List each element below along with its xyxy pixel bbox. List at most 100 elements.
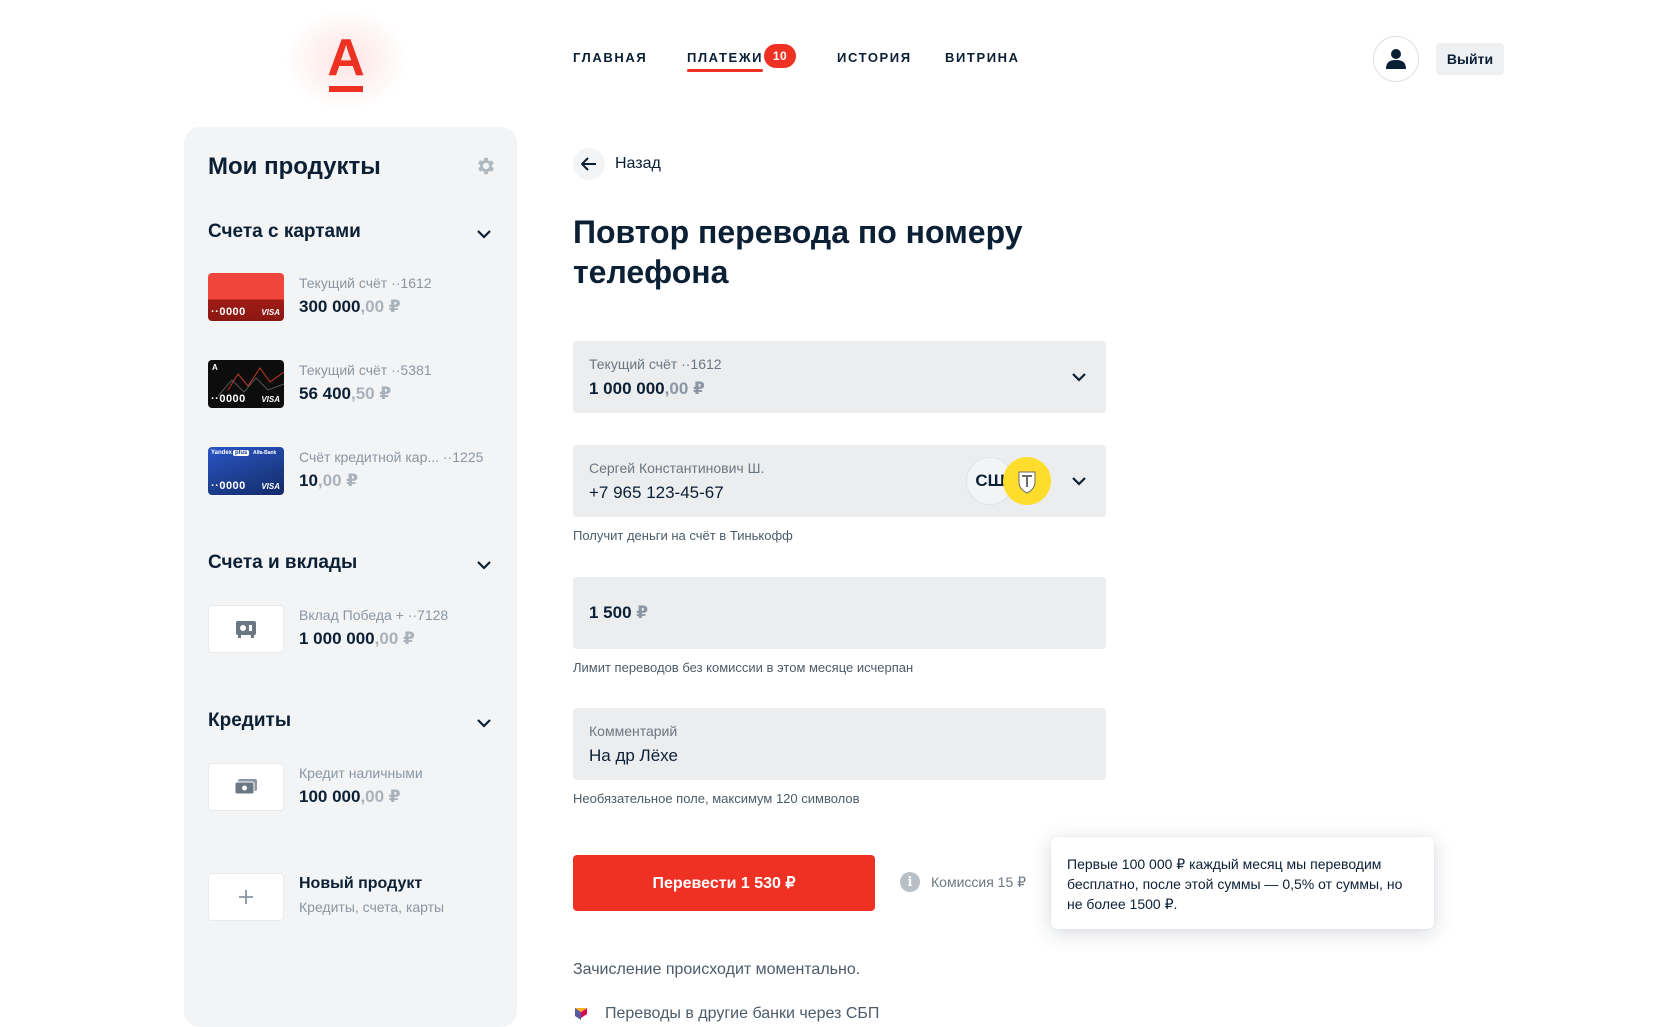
card-tag-alfa: Alfa-Bank — [253, 450, 277, 456]
section-deposits-title[interactable]: Счета и вклады — [208, 552, 357, 574]
commission-tooltip: Первые 100 000 ₽ каждый месяц мы перевод… — [1051, 837, 1434, 929]
plus-icon — [239, 890, 253, 904]
chevron-down-icon[interactable] — [476, 560, 492, 570]
section-credits-title[interactable]: Кредиты — [208, 710, 291, 732]
product-amount: 100 000,00 ₽ — [299, 787, 401, 807]
card-image: A ··0000 VISA — [208, 360, 284, 408]
product-name: Вклад Победа + ··7128 — [299, 607, 449, 623]
amount-int: 100 000 — [299, 787, 361, 806]
amount-frac: ,00 ₽ — [374, 629, 415, 648]
nav-item-payments[interactable]: ПЛАТЕЖИ — [687, 50, 764, 72]
account-label: Текущий счёт ··1612 — [589, 356, 722, 372]
account-select[interactable]: Текущий счёт ··1612 1 000 000,00 ₽ — [573, 341, 1106, 413]
alfa-bank-logo[interactable]: А — [316, 22, 376, 96]
product-amount: 1 000 000,00 ₽ — [299, 629, 415, 649]
product-icon-box — [208, 605, 284, 653]
page-title: Повтор перевода по номеру телефона — [573, 214, 1023, 290]
product-icon-box — [208, 873, 284, 921]
chevron-down-icon[interactable] — [476, 229, 492, 239]
back-label: Назад — [615, 155, 661, 172]
account-balance: 1 000 000,00 ₽ — [589, 379, 705, 399]
product-name: Текущий счёт ··1612 — [299, 275, 432, 291]
svg-text:A: A — [212, 363, 218, 372]
chevron-down-icon — [1072, 477, 1086, 486]
card-image: Yandex plus Alfa-Bank ··0000 VISA — [208, 447, 284, 495]
sbp-icon — [575, 1008, 587, 1020]
logout-button[interactable]: Выйти — [1436, 43, 1504, 75]
product-name: Текущий счёт ··5381 — [299, 362, 432, 378]
card-number: ··0000 — [211, 393, 246, 405]
commission-label: Комиссия 15 ₽ — [931, 873, 1027, 890]
card-image: ··0000 VISA — [208, 273, 284, 321]
product-amount: 300 000,00 ₽ — [299, 297, 401, 317]
gear-icon[interactable] — [475, 155, 497, 177]
comment-value: На др Лёхе — [589, 746, 678, 765]
visa-logo: VISA — [261, 395, 280, 404]
logo-underline — [329, 86, 363, 92]
cash-icon — [234, 779, 257, 795]
info-icon[interactable]: i — [900, 872, 920, 892]
amount-int: 10 — [299, 471, 318, 490]
active-tab-indicator — [687, 69, 764, 72]
chevron-down-icon[interactable] — [476, 718, 492, 728]
amount-int: 300 000 — [299, 297, 361, 316]
balance-int: 1 000 000 — [589, 379, 665, 398]
back-button[interactable]: Назад — [573, 148, 661, 180]
product-card-5381[interactable]: A ··0000 VISA Текущий счёт ··5381 56 400… — [208, 360, 508, 410]
amount-input[interactable]: 1 500 ₽ — [573, 577, 1106, 649]
transfer-button[interactable]: Перевести 1 530 ₽ — [573, 855, 875, 911]
nav-item-history[interactable]: ИСТОРИЯ — [837, 50, 912, 65]
new-product-button[interactable]: Новый продукт Кредиты, счета, карты — [208, 873, 508, 923]
new-product-title: Новый продукт — [299, 875, 423, 892]
product-card-1612[interactable]: ··0000 VISA Текущий счёт ··1612 300 000,… — [208, 273, 508, 323]
recipient-select[interactable]: Сергей Константинович Ш. +7 965 123-45-6… — [573, 445, 1106, 517]
amount-int: 1 000 000 — [299, 629, 375, 648]
amount-number: 1 500 — [589, 603, 632, 622]
recipient-phone: +7 965 123-45-67 — [589, 483, 724, 502]
card-number: ··0000 — [211, 306, 246, 318]
amount-frac: ,00 ₽ — [317, 471, 359, 490]
product-card-1225[interactable]: Yandex plus Alfa-Bank ··0000 VISA Счёт к… — [208, 447, 508, 497]
comment-label: Комментарий — [589, 723, 678, 739]
profile-button[interactable] — [1373, 36, 1419, 82]
new-product-subtitle: Кредиты, счета, карты — [299, 899, 445, 915]
card-tag-plus: plus — [233, 450, 250, 456]
chevron-down-icon — [1072, 373, 1086, 382]
nav-item-payments-label: ПЛАТЕЖИ — [687, 50, 764, 65]
product-credit-cash[interactable]: Кредит наличными 100 000,00 ₽ — [208, 763, 508, 813]
instant-note: Зачисление происходит моментально. — [573, 961, 861, 978]
amount-int: 56 400 — [299, 384, 351, 403]
amount-value: 1 500 ₽ — [589, 603, 648, 623]
payments-count-badge: 10 — [764, 44, 796, 68]
section-cards-title[interactable]: Счета с картами — [208, 221, 361, 243]
products-sidebar: Мои продукты Счета с картами ··0000 VISA… — [184, 127, 517, 1027]
amount-frac: ,50 ₽ — [351, 384, 392, 403]
comment-input[interactable]: Комментарий На др Лёхе — [573, 708, 1106, 780]
card-number: ··0000 — [211, 480, 246, 492]
visa-logo: VISA — [261, 482, 280, 491]
product-amount: 56 400,50 ₽ — [299, 384, 391, 404]
recipient-hint: Получит деньги на счёт в Тинькофф — [573, 528, 793, 543]
product-icon-box — [208, 763, 284, 811]
card-tag-yandex: Yandex — [211, 450, 233, 456]
amount-currency: ₽ — [636, 603, 649, 622]
sidebar-title: Мои продукты — [208, 153, 381, 180]
safe-icon — [236, 621, 256, 638]
product-deposit-7128[interactable]: Вклад Победа + ··7128 1 000 000,00 ₽ — [208, 605, 508, 655]
visa-logo: VISA — [261, 308, 280, 317]
product-name: Счёт кредитной кар... ··1225 — [299, 449, 484, 465]
nav-item-showcase[interactable]: ВИТРИНА — [945, 50, 1020, 65]
sbp-text: Переводы в другие банки через СБП — [605, 1005, 880, 1022]
amount-frac: ,00 ₽ — [360, 787, 401, 806]
amount-hint: Лимит переводов без комиссии в этом меся… — [573, 660, 914, 675]
nav-item-home[interactable]: ГЛАВНАЯ — [573, 50, 647, 65]
balance-frac: ,00 ₽ — [664, 379, 705, 398]
arrow-left-icon — [573, 148, 605, 180]
user-icon — [1386, 49, 1406, 69]
recipient-name: Сергей Константинович Ш. — [589, 460, 765, 476]
tinkoff-bank-icon — [1003, 457, 1051, 505]
comment-hint: Необязательное поле, максимум 120 символ… — [573, 791, 860, 806]
sbp-link[interactable]: Переводы в другие банки через СБП — [573, 1004, 879, 1024]
logo-letter: А — [327, 29, 365, 87]
commission-info[interactable]: i Комиссия 15 ₽ — [900, 872, 1026, 892]
